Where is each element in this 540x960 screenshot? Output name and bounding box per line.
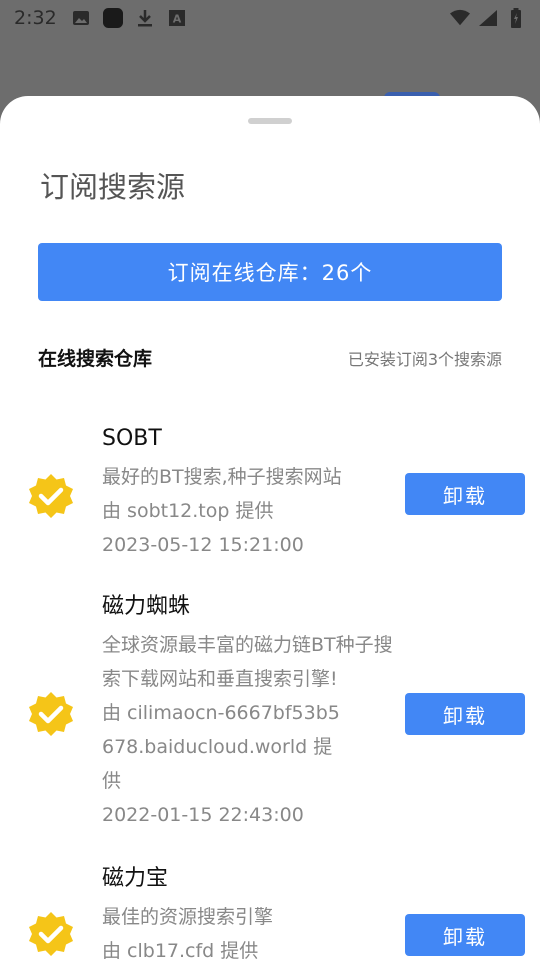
source-name: 磁力宝 [102, 866, 169, 891]
source-name: SOBT [102, 426, 162, 451]
image-icon [71, 8, 91, 28]
svg-text:A: A [172, 13, 181, 26]
source-provider: 由 cilimaocn-6667bf53b5678.baiducloud.wor… [102, 702, 340, 792]
status-notification-icons: A [71, 8, 187, 28]
source-info: 磁力蜘蛛 全球资源最丰富的磁力链BT种子搜索下载网站和垂直搜索引擎! 由 cil… [102, 592, 402, 832]
battery-icon [506, 8, 526, 28]
drag-handle[interactable] [248, 118, 292, 124]
source-date: 2023-05-12 15:21:00 [102, 534, 304, 556]
a-box-icon: A [167, 8, 187, 28]
source-info: 磁力宝 最佳的资源搜索引擎 由 clb17.cfd 提供 [102, 864, 402, 960]
source-provider: 由 sobt12.top 提供 [102, 500, 274, 522]
uninstall-button[interactable]: 卸载 [405, 693, 525, 735]
source-date: 2022-01-15 22:43:00 [102, 804, 304, 826]
verified-badge-icon [27, 690, 75, 738]
verified-badge-icon [27, 472, 75, 520]
app-icon [102, 8, 123, 28]
subscribe-sources-sheet: 订阅搜索源 订阅在线仓库：26个 在线搜索仓库 已安装订阅3个搜索源 SOBT … [0, 96, 540, 960]
download-icon [135, 8, 155, 28]
source-name: 磁力蜘蛛 [102, 594, 191, 619]
status-system-icons [450, 8, 526, 28]
source-info: SOBT 最好的BT搜索,种子搜索网站 由 sobt12.top 提供 2023… [102, 424, 402, 562]
section-title: 在线搜索仓库 [38, 348, 153, 370]
sheet-title: 订阅搜索源 [40, 170, 186, 204]
status-time: 2:32 [14, 7, 57, 29]
source-description: 最好的BT搜索,种子搜索网站 [102, 466, 342, 488]
installed-count-note: 已安装订阅3个搜索源 [347, 350, 502, 369]
subscribe-online-repo-button[interactable]: 订阅在线仓库：26个 [38, 243, 502, 301]
source-description: 全球资源最丰富的磁力链BT种子搜索下载网站和垂直搜索引擎! [102, 634, 393, 690]
uninstall-button[interactable]: 卸载 [405, 473, 525, 515]
verified-badge-icon [27, 910, 75, 958]
status-bar: 2:32 A [0, 0, 540, 36]
signal-icon [478, 8, 498, 28]
wifi-icon [450, 8, 470, 28]
source-provider: 由 clb17.cfd 提供 [102, 940, 259, 960]
source-description: 最佳的资源搜索引擎 [102, 906, 274, 928]
uninstall-button[interactable]: 卸载 [405, 914, 525, 956]
